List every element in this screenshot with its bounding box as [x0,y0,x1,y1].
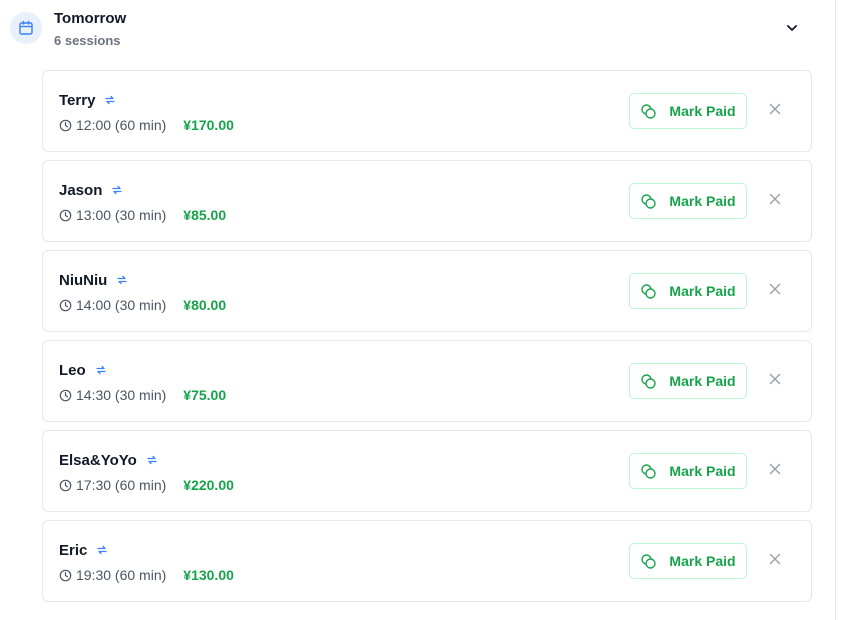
session-time: 14:00 (30 min) [76,297,167,313]
client-name: Eric [59,541,88,559]
clock-icon [59,119,72,132]
session-count: 6 sessions [54,33,121,48]
mark-paid-button[interactable]: Mark Paid [629,453,747,489]
session-time: 12:00 (60 min) [76,117,167,133]
mark-paid-label: Mark Paid [669,463,736,479]
mark-paid-button[interactable]: Mark Paid [629,93,747,129]
coins-icon [640,373,657,390]
client-name: Jason [59,181,103,199]
client-name: Terry [59,91,96,109]
coins-icon [640,553,657,570]
session-price: ¥170.00 [183,117,234,133]
session-card: Jason 13:00 (30 min) ¥85.00 Mark Paid [42,160,812,242]
calendar-icon [10,12,42,44]
mark-paid-button[interactable]: Mark Paid [629,273,747,309]
close-icon [769,552,781,570]
mark-paid-label: Mark Paid [669,373,736,389]
session-price: ¥220.00 [183,477,234,493]
mark-paid-button[interactable]: Mark Paid [629,543,747,579]
coins-icon [640,193,657,210]
close-icon [769,282,781,300]
clock-icon [59,569,72,582]
repeat-icon [94,363,108,377]
day-title: Tomorrow [54,10,127,27]
mark-paid-button[interactable]: Mark Paid [629,183,747,219]
session-time: 19:30 (60 min) [76,567,167,583]
clock-icon [59,389,72,402]
session-time: 14:30 (30 min) [76,387,167,403]
session-price: ¥75.00 [183,387,227,403]
repeat-icon [103,93,117,107]
close-icon [769,372,781,390]
remove-button[interactable] [765,461,785,481]
repeat-icon [110,183,124,197]
coins-icon [640,103,657,120]
mark-paid-label: Mark Paid [669,553,736,569]
close-icon [769,192,781,210]
coins-icon [640,283,657,300]
session-price: ¥80.00 [183,297,227,313]
close-icon [769,462,781,480]
panel-divider [835,0,836,620]
session-card: Leo 14:30 (30 min) ¥75.00 Mark Paid [42,340,812,422]
mark-paid-label: Mark Paid [669,283,736,299]
session-time: 17:30 (60 min) [76,477,167,493]
repeat-icon [145,453,159,467]
remove-button[interactable] [765,551,785,571]
coins-icon [640,463,657,480]
close-icon [769,102,781,120]
session-card: Eric 19:30 (60 min) ¥130.00 Mark Paid [42,520,812,602]
session-card: Terry 12:00 (60 min) ¥170.00 Mark Paid [42,70,812,152]
repeat-icon [115,273,129,287]
session-card: Elsa&YoYo 17:30 (60 min) ¥220.00 Mark Pa… [42,430,812,512]
session-price: ¥85.00 [183,207,227,223]
repeat-icon [95,543,109,557]
client-name: Leo [59,361,86,379]
remove-button[interactable] [765,101,785,121]
clock-icon [59,479,72,492]
mark-paid-label: Mark Paid [669,193,736,209]
clock-icon [59,209,72,222]
mark-paid-label: Mark Paid [669,103,736,119]
mark-paid-button[interactable]: Mark Paid [629,363,747,399]
session-price: ¥130.00 [183,567,234,583]
remove-button[interactable] [765,371,785,391]
client-name: NiuNiu [59,271,108,289]
day-group-header[interactable]: Tomorrow 6 sessions [0,0,835,60]
session-time: 13:00 (30 min) [76,207,167,223]
remove-button[interactable] [765,191,785,211]
clock-icon [59,299,72,312]
session-list: Terry 12:00 (60 min) ¥170.00 Mark Paid J… [42,70,812,610]
client-name: Elsa&YoYo [59,451,137,469]
remove-button[interactable] [765,281,785,301]
session-card: NiuNiu 14:00 (30 min) ¥80.00 Mark Paid [42,250,812,332]
chevron-down-icon[interactable] [780,16,804,40]
